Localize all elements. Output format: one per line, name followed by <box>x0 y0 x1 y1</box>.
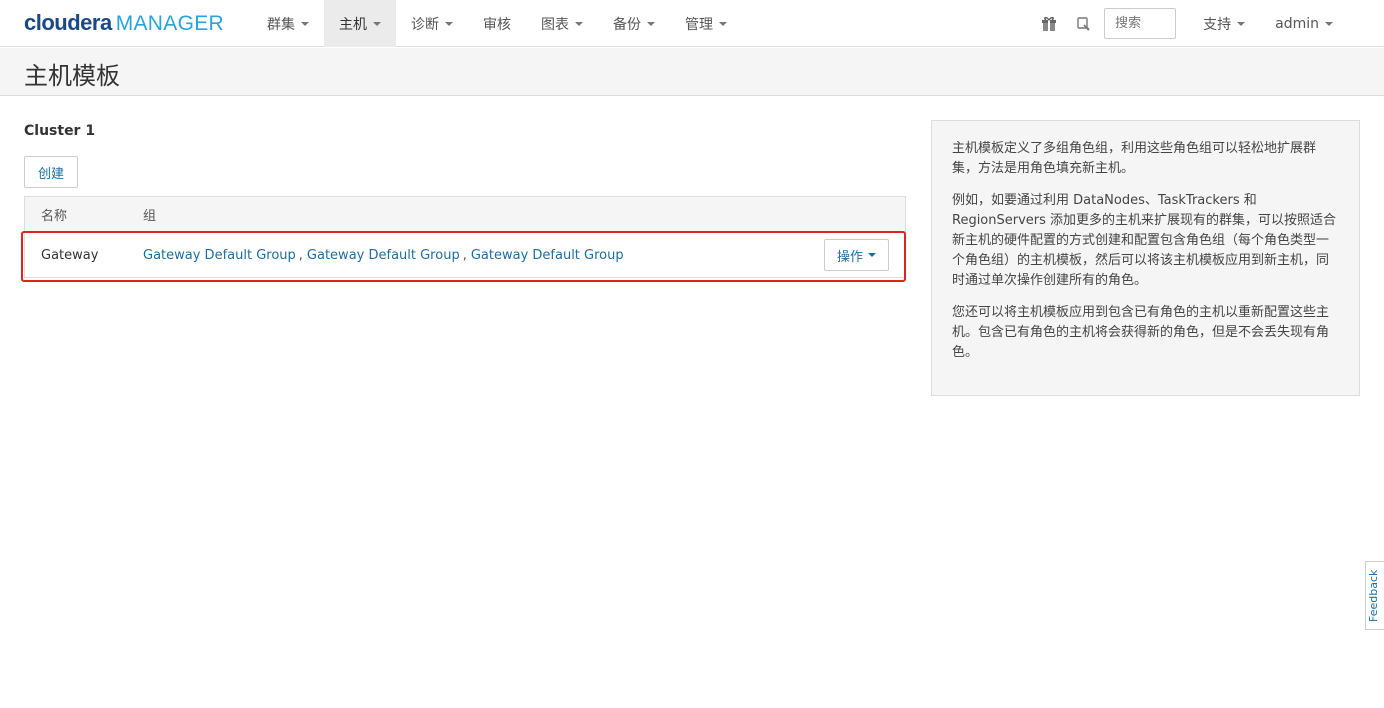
template-name: Gateway <box>41 247 99 263</box>
nav-hosts[interactable]: 主机 <box>324 0 396 47</box>
group-link[interactable]: Gateway Default Group <box>471 248 624 263</box>
nav-hosts-label: 主机 <box>339 16 367 33</box>
alerts-icon[interactable] <box>1066 0 1100 47</box>
column-header-group: 组 <box>143 209 157 224</box>
group-separator: , <box>462 247 467 263</box>
support-menu[interactable]: 支持 <box>1188 0 1260 47</box>
nav-clusters[interactable]: 群集 <box>252 0 324 47</box>
group-link[interactable]: Gateway Default Group <box>143 248 296 263</box>
feedback-label: Feedback <box>1367 569 1380 622</box>
cluster-title: Cluster 1 <box>24 123 96 139</box>
help-paragraph: 例如，如要通过利用 DataNodes、TaskTrackers 和 Regio… <box>952 193 1337 288</box>
nav-audits[interactable]: 审核 <box>468 0 526 47</box>
chevron-down-icon <box>575 21 583 26</box>
actions-dropdown-button[interactable]: 操作 <box>824 239 889 271</box>
search-input[interactable] <box>1104 8 1177 39</box>
nav-right: 支持 admin <box>1032 0 1384 47</box>
help-paragraph: 您还可以将主机模板应用到包含已有角色的主机以重新配置这些主机。包含已有角色的主机… <box>952 305 1330 360</box>
column-header-name[interactable]: 名称 <box>25 205 143 224</box>
help-paragraph: 主机模板定义了多组角色组，利用这些角色组可以轻松地扩展群集，方法是用角色填充新主… <box>952 141 1317 176</box>
cloudera-manager-logo[interactable]: cloudera MANAGER <box>24 10 224 36</box>
nav-clusters-label: 群集 <box>267 16 295 33</box>
nav-diagnostics[interactable]: 诊断 <box>396 0 468 47</box>
nav-charts-label: 图表 <box>541 16 569 33</box>
page-title: 主机模板 <box>24 62 120 90</box>
logo-product: MANAGER <box>115 12 224 35</box>
chevron-down-icon <box>719 21 727 26</box>
nav-administration[interactable]: 管理 <box>670 0 742 47</box>
logo-brand: cloudera <box>24 10 112 35</box>
create-button[interactable]: 创建 <box>24 156 78 188</box>
support-label: 支持 <box>1203 16 1232 33</box>
chevron-down-icon <box>1325 21 1333 26</box>
chevron-down-icon <box>373 21 381 26</box>
help-panel: 主机模板定义了多组角色组，利用这些角色组可以轻松地扩展群集，方法是用角色填充新主… <box>931 120 1360 396</box>
nav-charts[interactable]: 图表 <box>526 0 598 47</box>
user-menu[interactable]: admin <box>1260 0 1384 47</box>
table-row: Gateway Gateway Default Group, Gateway De… <box>25 233 905 277</box>
nav-backup-label: 备份 <box>613 16 641 33</box>
chevron-down-icon <box>1237 21 1246 26</box>
nav-audits-label: 审核 <box>483 16 511 33</box>
feedback-tab[interactable]: Feedback <box>1365 561 1384 630</box>
chevron-down-icon <box>301 21 309 26</box>
actions-label: 操作 <box>836 249 863 265</box>
template-groups: Gateway Default Group, Gateway Default Gr… <box>143 248 624 263</box>
nav-diagnostics-label: 诊断 <box>411 16 439 33</box>
main-nav: 群集 主机 诊断 审核 图表 备份 管理 <box>252 0 742 47</box>
top-navbar: cloudera MANAGER 群集 主机 诊断 审核 图表 备份 管理 支持… <box>0 0 1384 47</box>
user-label: admin <box>1275 15 1319 32</box>
group-link[interactable]: Gateway Default Group <box>307 248 460 263</box>
nav-backup[interactable]: 备份 <box>598 0 670 47</box>
chevron-down-icon <box>868 253 876 257</box>
page-header: 主机模板 <box>0 48 1384 96</box>
chevron-down-icon <box>445 21 453 26</box>
table-header: 名称 组 <box>25 197 905 233</box>
nav-administration-label: 管理 <box>685 16 713 33</box>
gift-icon[interactable] <box>1032 0 1066 47</box>
group-separator: , <box>298 247 303 263</box>
host-templates-table: 名称 组 Gateway Gateway Default Group, Gatew… <box>24 196 906 278</box>
chevron-down-icon <box>647 21 655 26</box>
